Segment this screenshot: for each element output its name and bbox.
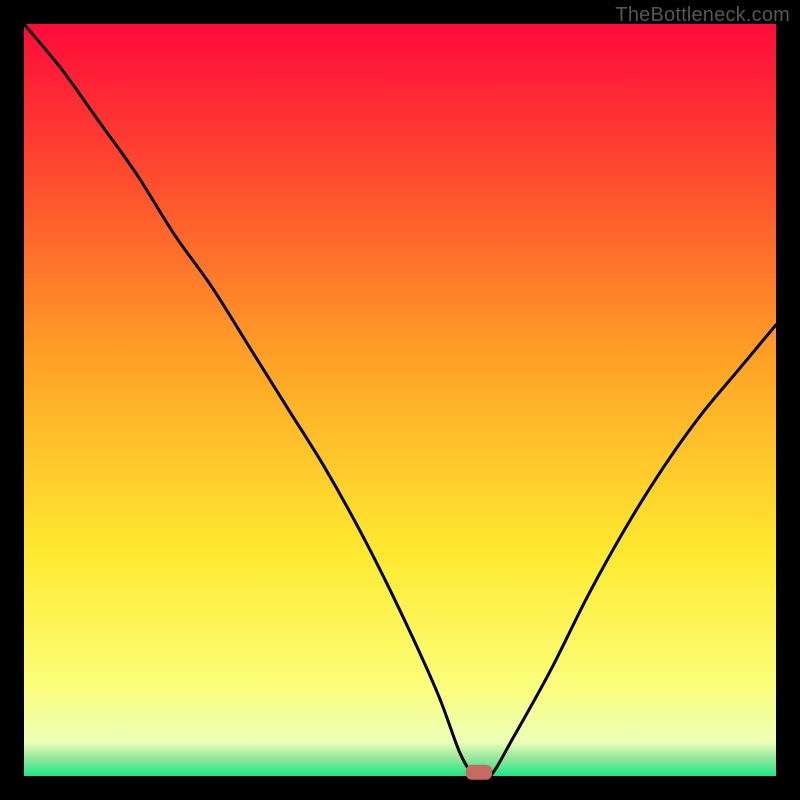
optimal-marker: [466, 765, 492, 780]
watermark-text: TheBottleneck.com: [615, 4, 790, 27]
plot-background: [24, 24, 776, 776]
chart-container: TheBottleneck.com: [0, 0, 800, 800]
bottleneck-chart: [0, 0, 800, 800]
